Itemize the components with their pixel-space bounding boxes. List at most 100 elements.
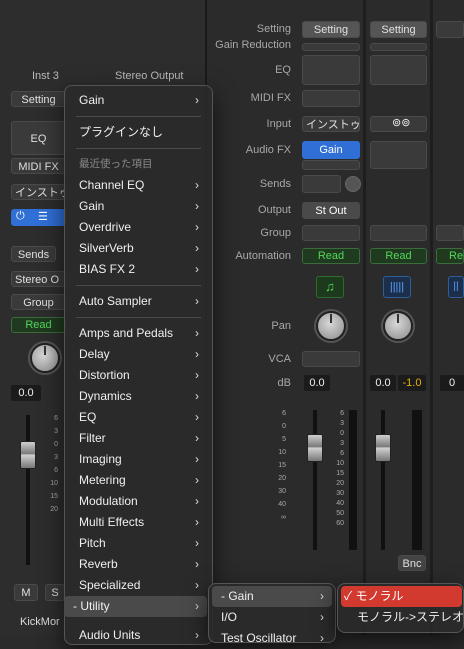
strip-divider: [430, 0, 433, 635]
row-label-gain-reduction: Gain Reduction: [215, 39, 291, 51]
strip-a-setting-button[interactable]: Setting: [302, 21, 360, 38]
menu-item-auto-sampler[interactable]: Auto Sampler ›: [70, 291, 207, 312]
left-fader-track: [26, 415, 30, 565]
strip-a-group-button[interactable]: [302, 225, 360, 241]
menu-item-category[interactable]: Amps and Pedals ›: [70, 323, 207, 344]
chevron-right-icon: ›: [195, 220, 199, 234]
strip-a-eq-button[interactable]: [302, 55, 360, 85]
strip-divider: [363, 0, 366, 635]
strip-c-group-button[interactable]: [436, 225, 464, 241]
chevron-right-icon: ›: [195, 241, 199, 255]
menu-item-category[interactable]: Reverb ›: [70, 554, 207, 575]
menu-header-recent: 最近使った項目: [79, 158, 153, 170]
left-midi-fx-button[interactable]: MIDI FX: [11, 158, 66, 174]
submenu-item-gain-selected[interactable]: - Gain ›: [212, 586, 332, 607]
left-db-value: 0.0: [11, 385, 41, 401]
menu-item-gain-top[interactable]: Gain ›: [70, 90, 207, 111]
gain-option-mono-highlighted[interactable]: ✓ モノラル: [341, 586, 462, 607]
chevron-right-icon: ›: [195, 452, 199, 466]
chevron-right-icon: ›: [320, 631, 324, 645]
menu-item-utility-selected[interactable]: - Utility ›: [64, 596, 207, 617]
left-input-button[interactable]: インストゥ: [11, 184, 66, 200]
gain-option-mono-to-stereo[interactable]: モノラル->ステレオ: [341, 607, 464, 628]
strip-b-setting-button[interactable]: Setting: [370, 21, 427, 38]
left-group-button[interactable]: Group: [11, 294, 66, 310]
left-solo-button[interactable]: S: [45, 584, 65, 601]
strip-b-bounce-button[interactable]: Bnc: [398, 555, 426, 571]
menu-item-category[interactable]: Multi Effects ›: [70, 512, 207, 533]
left-fader-scale: 6 3 0 3 6 10 15 20: [50, 415, 58, 513]
strip-b-pan-knob[interactable]: [383, 311, 413, 341]
menu-item-category[interactable]: Dynamics ›: [70, 386, 207, 407]
left-setting-button[interactable]: Setting: [11, 91, 66, 107]
strip-a-volume-fader[interactable]: [307, 434, 323, 462]
strip-b-eq-button[interactable]: [370, 55, 427, 85]
strip-a-automation-read[interactable]: Read: [302, 248, 360, 264]
power-icon: ⏻: [16, 210, 25, 222]
strip-b-fader-track: [381, 410, 385, 550]
row-label-audio-fx: Audio FX: [245, 144, 291, 156]
menu-item-category[interactable]: EQ ›: [70, 407, 207, 428]
chevron-right-icon: ›: [195, 628, 199, 642]
row-label-db: dB: [277, 377, 291, 389]
menu-item-category[interactable]: Delay ›: [70, 344, 207, 365]
strip-c-automation-read[interactable]: Re: [436, 248, 464, 264]
row-label-input: Input: [266, 118, 291, 130]
strip-a-send-slot[interactable]: [302, 175, 341, 193]
strip-a-vca-button[interactable]: [302, 351, 360, 367]
menu-item-recent[interactable]: Gain ›: [70, 196, 207, 217]
strip-a-pan-knob[interactable]: [316, 311, 346, 341]
left-automation-read[interactable]: Read: [11, 317, 66, 333]
chevron-right-icon: ›: [195, 294, 199, 308]
menu-item-recent[interactable]: Overdrive ›: [70, 217, 207, 238]
strip-a-audio-fx-empty-slot[interactable]: [302, 160, 360, 170]
menu-item-category[interactable]: Metering ›: [70, 470, 207, 491]
strip-name-inst3: Inst 3: [32, 70, 59, 82]
strip-a-output-button[interactable]: St Out: [302, 202, 360, 219]
menu-item-category[interactable]: Modulation ›: [70, 491, 207, 512]
waveform-icon: |||||: [383, 276, 411, 298]
chevron-right-icon: ›: [195, 578, 199, 592]
stereo-output-name: Stereo Output: [115, 70, 184, 82]
strip-a-midi-fx-button[interactable]: [302, 90, 360, 107]
left-eq-button[interactable]: EQ: [11, 121, 66, 155]
row-label-sends: Sends: [259, 178, 291, 190]
chevron-right-icon: ›: [195, 199, 199, 213]
strip-a-meter: [349, 410, 357, 550]
strip-b-group-button[interactable]: [370, 225, 427, 241]
strip-b-automation-read[interactable]: Read: [370, 248, 427, 264]
menu-separator: [76, 285, 201, 286]
menu-item-recent[interactable]: BIAS FX 2 ›: [70, 259, 207, 280]
menu-item-recent[interactable]: SilverVerb ›: [70, 238, 207, 259]
waveform-icon: ||: [448, 276, 464, 298]
chevron-right-icon: ›: [195, 431, 199, 445]
strip-b-db-value: 0.0: [370, 375, 396, 391]
submenu-item-io[interactable]: I/O ›: [212, 607, 332, 628]
left-output-button[interactable]: Stereo O: [11, 271, 66, 287]
menu-item-no-plugin[interactable]: プラグインなし: [70, 122, 207, 143]
submenu-item-test-oscillator[interactable]: Test Oscillator ›: [212, 628, 332, 649]
left-volume-fader[interactable]: [20, 441, 36, 469]
strip-b-volume-fader[interactable]: [375, 434, 391, 462]
menu-item-recent[interactable]: Channel EQ ›: [70, 175, 207, 196]
menu-item-category[interactable]: Imaging ›: [70, 449, 207, 470]
chevron-right-icon: ›: [195, 473, 199, 487]
strip-a-send-knob[interactable]: [345, 176, 361, 192]
left-mute-button[interactable]: M: [14, 584, 38, 601]
strip-a-input-button[interactable]: インストゥ: [302, 116, 360, 132]
strip-a-fader-track: [313, 410, 317, 550]
menu-item-category[interactable]: Distortion ›: [70, 365, 207, 386]
menu-item-category[interactable]: Specialized ›: [70, 575, 207, 596]
menu-item-category[interactable]: Pitch ›: [70, 533, 207, 554]
strip-c-db-value: 0: [440, 375, 464, 391]
menu-item-category[interactable]: Audio Units ›: [70, 625, 207, 646]
left-sends-button[interactable]: Sends: [11, 246, 56, 262]
strip-c-setting-button[interactable]: [436, 21, 464, 38]
menu-item-category[interactable]: Filter ›: [70, 428, 207, 449]
left-pan-knob[interactable]: [30, 343, 60, 373]
strip-a-db-value: 0.0: [304, 375, 330, 391]
strip-a-fader-scale: 6 3 0 3 6 10 15 20 30 40 50 60: [336, 410, 344, 527]
chevron-right-icon: ›: [195, 347, 199, 361]
strip-b-audio-fx-slot[interactable]: [370, 141, 427, 169]
strip-a-audio-fx-gain[interactable]: Gain: [302, 141, 360, 159]
